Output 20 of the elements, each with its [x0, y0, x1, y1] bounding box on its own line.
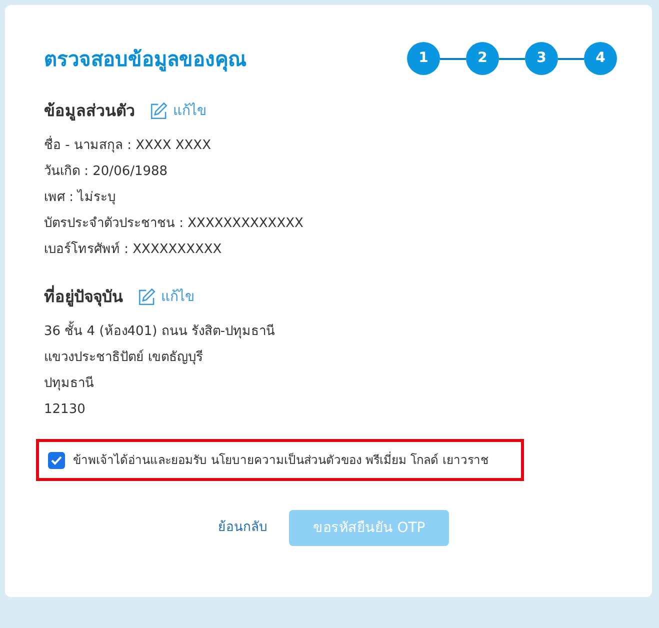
info-line: ปทุมธานี	[44, 374, 95, 393]
info-line: แขวงประชาธิปัตย์ เขตธัญบุรี	[44, 348, 204, 367]
edit-icon	[149, 102, 169, 120]
consent-checkbox[interactable]	[48, 452, 65, 468]
info-line: 12130	[44, 401, 86, 419]
section-heading: ข้อมูลส่วนตัว	[44, 100, 135, 123]
consent-label: ข้าพเจ้าได้อ่านและยอมรับ นโยบายความเป็นส่วนตัวของ พรีเมี่ยม โกลด์ เยาวราช	[73, 451, 488, 469]
edit-icon	[137, 288, 157, 306]
section-heading: ที่อยู่ปัจจุบัน	[44, 285, 123, 309]
info-line: ชื่อ - นามสกุล : XXXX XXXX	[44, 133, 613, 159]
edit-button[interactable]: แก้ไข	[149, 100, 207, 122]
info-line: 36 ชั้น 4 (ห้อง401) ถนน รังสิต-ปทุมธานี	[44, 319, 613, 345]
info-line: เพศ : ไม่ระบุ	[44, 188, 117, 207]
edit-button[interactable]: แก้ไข	[137, 286, 195, 308]
info-line: บัตรประจำตัวประชาชน : XXXXXXXXXXXXX	[44, 215, 304, 233]
info-line: วันเกิด : 20/06/1988	[44, 163, 169, 181]
back-link[interactable]: ย้อนกลับ	[218, 518, 267, 538]
page-title: ตรวจสอบข้อมูลของคุณ	[44, 46, 247, 74]
info-line: เบอร์โทรศัพท์ : XXXXXXXXXX	[44, 240, 223, 259]
check-icon	[51, 456, 62, 464]
